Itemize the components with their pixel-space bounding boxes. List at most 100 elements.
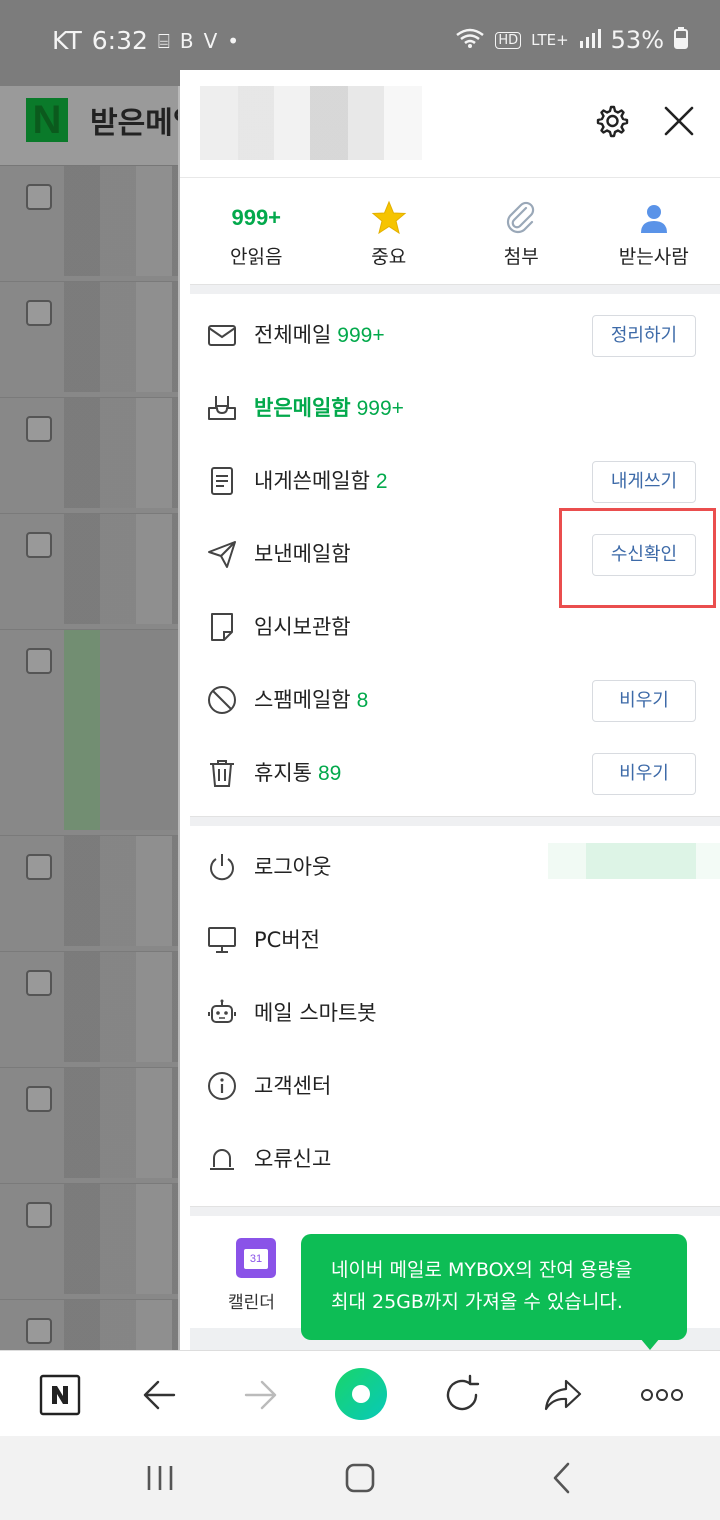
green-dot-button[interactable] <box>334 1367 388 1421</box>
gear-icon <box>596 105 629 138</box>
drawer-header <box>180 70 720 178</box>
calendar-day: 31 <box>244 1249 268 1269</box>
info-icon <box>208 1072 236 1100</box>
naver-n-icon <box>39 1374 81 1416</box>
section-divider <box>190 816 720 826</box>
empty-trash-button[interactable]: 비우기 <box>592 753 696 795</box>
mailbox-trash[interactable]: 휴지통 89 비우기 <box>190 737 720 810</box>
empty-spam-button[interactable]: 비우기 <box>592 680 696 722</box>
mailbox-name: 휴지통 <box>254 761 312 785</box>
home-button[interactable] <box>340 1458 380 1498</box>
ban-icon <box>208 686 236 714</box>
siren-icon <box>210 1149 234 1170</box>
clock: 6:32 <box>91 26 148 55</box>
mailbox-label: 전체메일 999+ <box>254 319 385 349</box>
mailbox-all[interactable]: 전체메일 999+ 정리하기 <box>190 299 720 372</box>
blurred-sender <box>64 1068 180 1178</box>
share-button[interactable] <box>540 1373 584 1417</box>
menu-label: 고객센터 <box>254 1074 332 1098</box>
home-square-icon <box>345 1463 375 1493</box>
status-right: HD LTE+ 53% <box>455 26 688 54</box>
naver-home-button[interactable] <box>38 1373 82 1417</box>
menu-smartbot[interactable]: 메일 스마트봇 <box>190 977 720 1050</box>
quick-filter-label: 중요 <box>371 246 407 268</box>
row-checkbox <box>26 1086 52 1112</box>
note-icon <box>211 467 233 495</box>
mailbox-spam[interactable]: 스팸메일함 8 비우기 <box>190 664 720 737</box>
mailbox-name: 전체메일 <box>254 323 332 347</box>
voicemail-icon: ⌸ <box>157 28 170 53</box>
inbox-icon <box>208 396 236 420</box>
menu-label: PC버전 <box>254 928 320 952</box>
section-divider <box>190 284 720 294</box>
menu-label: 로그아웃 <box>254 855 332 879</box>
mailbox-name: 스팸메일함 <box>254 688 351 712</box>
battery-percent: 53% <box>610 26 664 54</box>
system-back-button[interactable] <box>542 1458 582 1498</box>
mailbox-label: 휴지통 89 <box>254 757 341 787</box>
write-to-me-button[interactable]: 내게쓰기 <box>592 461 696 503</box>
mailbox-label: 임시보관함 <box>254 611 351 641</box>
share-arrow-icon <box>544 1379 582 1411</box>
blurred-sender <box>64 836 180 946</box>
green-dot-icon <box>335 1368 387 1420</box>
mailbox-count: 89 <box>317 762 342 785</box>
quick-filter-label: 안읽음 <box>230 246 283 268</box>
mailbox-label: 보낸메일함 <box>254 538 351 568</box>
hd-icon: HD <box>495 31 522 49</box>
row-checkbox <box>26 184 52 210</box>
more-dots-icon <box>641 1389 683 1401</box>
blurred-sender <box>64 952 180 1062</box>
arrow-right-icon <box>244 1380 277 1410</box>
quick-filter-unread[interactable]: 999+ 안읽음 <box>190 182 323 290</box>
blurred-sender <box>64 282 180 392</box>
menu-report-error[interactable]: 오류신고 <box>190 1123 720 1196</box>
signal-icon <box>579 27 601 54</box>
section-divider <box>190 1206 720 1216</box>
quick-filter-attachment[interactable]: 첨부 <box>455 182 588 290</box>
row-checkbox <box>26 1202 52 1228</box>
mailbox-name: 내게쓴메일함 <box>254 469 370 493</box>
row-checkbox <box>26 532 52 558</box>
mailbox-count: 999+ <box>337 324 385 347</box>
paperclip-icon <box>507 201 535 234</box>
mybox-toast[interactable]: 네이버 메일로 MYBOX의 잔여 용량을 최대 25GB까지 가져올 수 있습… <box>301 1234 687 1340</box>
star-icon <box>371 200 407 235</box>
mailbox-name: 받은메일함 <box>254 396 351 420</box>
person-wrap <box>588 200 720 236</box>
carrier-label: KT <box>52 26 82 55</box>
chevron-left-icon <box>553 1462 570 1494</box>
paper-plane-icon <box>208 541 236 568</box>
refresh-button[interactable] <box>440 1373 484 1417</box>
paperclip-wrap <box>455 200 588 236</box>
arrow-left-icon <box>143 1380 176 1410</box>
toast-line-1: 네이버 메일로 MYBOX의 잔여 용량을 <box>331 1259 633 1281</box>
mailbox-inbox[interactable]: 받은메일함 999+ <box>190 372 720 445</box>
back-button[interactable] <box>138 1373 182 1417</box>
recent-apps-button[interactable] <box>140 1458 180 1498</box>
close-drawer-button[interactable] <box>660 102 698 140</box>
more-notifications-icon: • <box>227 28 240 53</box>
quick-filter-important[interactable]: 중요 <box>323 182 456 290</box>
menu-customer-center[interactable]: 고객센터 <box>190 1050 720 1123</box>
row-checkbox <box>26 854 52 880</box>
organize-button[interactable]: 정리하기 <box>592 315 696 357</box>
unread-count: 999+ <box>231 205 282 230</box>
more-button[interactable] <box>640 1373 684 1417</box>
v-notification-icon: V <box>203 28 218 53</box>
profile-account-blurred[interactable] <box>200 86 422 160</box>
trash-icon <box>210 760 234 787</box>
mailbox-name: 보낸메일함 <box>254 542 351 566</box>
mailbox-count: 2 <box>375 470 388 493</box>
mailbox-name: 임시보관함 <box>254 615 351 639</box>
menu-pc-version[interactable]: PC버전 <box>190 904 720 977</box>
quick-filter-recipient[interactable]: 받는사람 <box>588 182 720 290</box>
quick-filter-label: 첨부 <box>503 246 539 268</box>
b-notification-icon: B <box>179 28 194 53</box>
menu-label: 오류신고 <box>254 1147 332 1171</box>
menu-logout[interactable]: 로그아웃 <box>190 831 720 904</box>
quick-filters: 999+ 안읽음 중요 첨부 받는사람 <box>190 182 720 290</box>
forward-button[interactable] <box>238 1373 282 1417</box>
quick-filter-label: 받는사람 <box>618 246 689 268</box>
settings-button[interactable] <box>592 102 630 140</box>
